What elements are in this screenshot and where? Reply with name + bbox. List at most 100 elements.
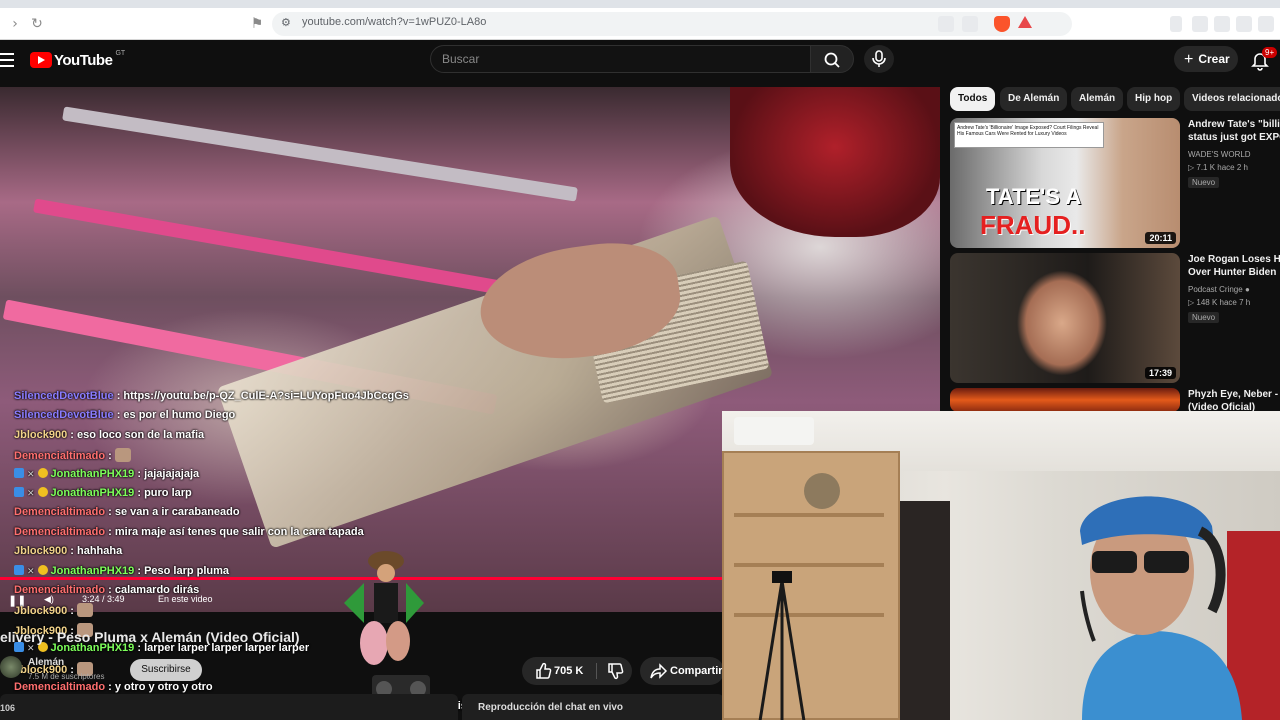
platform-badge-icon xyxy=(14,468,24,478)
chat-text: eso loco son de la mafia xyxy=(76,429,205,441)
chip-videos-relacionados[interactable]: Videos relacionados xyxy=(1184,87,1280,111)
download-icon[interactable] xyxy=(1214,16,1230,32)
platform-badge-icon xyxy=(14,565,24,575)
recommendation-title[interactable]: Joe Rogan Loses His Over Hunter Biden xyxy=(1188,253,1280,279)
like-button[interactable]: 705 K xyxy=(522,657,594,685)
brave-shield-icon[interactable] xyxy=(994,16,1010,32)
chat-username: SilencedDevotBlue xyxy=(14,390,114,402)
chat-text: puro larp xyxy=(144,487,192,499)
chat-username: Demencialtimado xyxy=(14,681,106,693)
subscribe-button[interactable]: Suscribirse xyxy=(130,659,202,681)
dislike-button[interactable] xyxy=(600,657,630,685)
logo-text: YouTube xyxy=(54,51,113,69)
video-thumbnail[interactable]: 17:39 xyxy=(950,253,1180,383)
wallet-icon[interactable] xyxy=(1258,16,1274,32)
channel-name[interactable]: Alemán xyxy=(28,657,64,668)
chat-message: Jblock900 : xyxy=(14,603,93,621)
thumbnail-text: FRAUD.. xyxy=(980,210,1086,240)
share-label: Compartir xyxy=(670,665,723,677)
chat-emote-icon xyxy=(114,448,131,462)
recommendation-channel[interactable]: Podcast Cringe ● xyxy=(1188,285,1250,294)
search-input[interactable] xyxy=(442,52,782,66)
site-info-icon[interactable]: ⚙ xyxy=(281,16,295,30)
screen: › ↻ ⚑ ⚙ youtube.com/watch?v=1wPUZ0-LA8o … xyxy=(0,0,1280,720)
chat-replay-header[interactable]: Reproducción del chat en vivo xyxy=(462,694,724,720)
bookmark-icon[interactable]: ⚑ xyxy=(248,15,266,33)
chat-separator: : xyxy=(134,565,145,577)
forward-icon[interactable]: › xyxy=(6,15,24,33)
create-label: Crear xyxy=(1198,52,1230,66)
sidebar-icon[interactable] xyxy=(1236,16,1252,32)
description-box[interactable] xyxy=(0,694,458,720)
filter-chips: Todos De Alemán Alemán Hip hop Videos re… xyxy=(950,87,1280,111)
chat-message: Demencialtimado : se van a ir carabanead… xyxy=(14,506,240,524)
chat-message: ✕ JonathanPHX19 : puro larp xyxy=(14,487,192,505)
create-button[interactable]: + Crear xyxy=(1174,46,1238,72)
search-button[interactable] xyxy=(810,45,854,73)
chat-username: Demencialtimado xyxy=(14,584,106,596)
video-duration: 20:11 xyxy=(1145,232,1176,244)
youtube-logo[interactable]: YouTube GT xyxy=(30,50,125,70)
chip-hip-hop[interactable]: Hip hop xyxy=(1127,87,1181,111)
recommendation-item[interactable]: 17:39 Joe Rogan Loses His Over Hunter Bid… xyxy=(950,253,1280,383)
new-badge: Nuevo xyxy=(1188,177,1220,188)
chat-text: https://youtu.be/p-QZ_CulE-A?si=LUYopFuo… xyxy=(123,390,409,402)
recommendation-title[interactable]: Phyzh Eye, Neber - V (Video Oficial) xyxy=(1188,388,1280,412)
reload-icon[interactable]: ↻ xyxy=(28,15,46,33)
extension-icon[interactable] xyxy=(1170,16,1182,32)
chat-message: Jblock900 : eso loco son de la mafia xyxy=(14,429,204,447)
chip-de-aleman[interactable]: De Alemán xyxy=(1000,87,1068,111)
chip-aleman[interactable]: Alemán xyxy=(1071,87,1124,111)
hamburger-menu-icon[interactable] xyxy=(0,53,14,67)
chat-message: Demencialtimado : xyxy=(14,448,131,466)
browser-tab-strip xyxy=(0,0,1280,8)
country-code: GT xyxy=(115,49,126,57)
webcam-overlay xyxy=(722,411,1280,720)
verified-icon: ● xyxy=(1244,285,1250,294)
video-frame-mask xyxy=(730,87,940,237)
chat-username: JonathanPHX19 xyxy=(50,468,135,480)
brave-rewards-icon[interactable] xyxy=(1018,16,1032,28)
puzzle-icon[interactable] xyxy=(1192,16,1208,32)
cast-icon[interactable] xyxy=(962,16,978,32)
video-thumbnail[interactable]: Andrew Tate's 'Billionaire' Image Expose… xyxy=(950,118,1180,248)
platform-badge-icon xyxy=(14,487,24,497)
chat-separator: : xyxy=(134,487,145,499)
recommendation-channel[interactable]: WADE'S WORLD xyxy=(1188,150,1251,159)
coin-badge-icon xyxy=(37,468,48,478)
chat-separator: : xyxy=(67,429,77,441)
microphone-icon xyxy=(872,50,886,67)
chat-text: Peso larp pluma xyxy=(144,565,230,577)
video-frame-shelf xyxy=(62,106,578,202)
chat-username: JonathanPHX19 xyxy=(50,565,135,577)
recommendation-item[interactable]: Andrew Tate's 'Billionaire' Image Expose… xyxy=(950,118,1280,248)
recommendation-meta: ▷ 7.1 K hace 2 h xyxy=(1188,163,1248,172)
like-divider xyxy=(596,663,597,679)
video-title: elivery - Peso Pluma x Alemán (Video Ofi… xyxy=(0,629,300,645)
chat-text: se van a ir carabaneado xyxy=(114,506,240,518)
chip-todos[interactable]: Todos xyxy=(950,87,996,111)
chat-username: Demencialtimado xyxy=(14,506,106,518)
chat-separator: : xyxy=(67,545,77,557)
recommendation-item[interactable]: Phyzh Eye, Neber - V (Video Oficial) xyxy=(950,388,1280,412)
translate-icon[interactable] xyxy=(938,16,954,32)
recommendation-meta: ▷ 148 K hace 7 h xyxy=(1188,298,1251,307)
webcam-person xyxy=(1080,496,1280,720)
share-button[interactable]: Compartir xyxy=(640,657,724,685)
coin-badge-icon xyxy=(37,487,48,497)
chat-separator: : xyxy=(113,390,124,402)
chat-message: Demencialtimado : calamardo dirás xyxy=(14,584,199,602)
chat-message: Jblock900 : hahhaha xyxy=(14,545,122,563)
chat-separator: : xyxy=(113,409,124,421)
chat-username: Demencialtimado xyxy=(14,526,106,538)
chat-message: ✕ JonathanPHX19 : Peso larp pluma xyxy=(14,565,229,583)
chat-text: hahhaha xyxy=(76,545,123,557)
recommendation-title[interactable]: Andrew Tate's "billionstatus just got EX… xyxy=(1188,118,1280,144)
yt-header: YouTube GT + Crear xyxy=(0,40,1280,86)
webcam-air-conditioner xyxy=(734,417,814,445)
channel-avatar[interactable] xyxy=(0,656,22,678)
chat-username: Jblock900 xyxy=(14,545,68,557)
video-thumbnail[interactable] xyxy=(950,388,1180,412)
chat-username: Demencialtimado xyxy=(14,450,106,462)
voice-search-button[interactable] xyxy=(864,45,894,73)
